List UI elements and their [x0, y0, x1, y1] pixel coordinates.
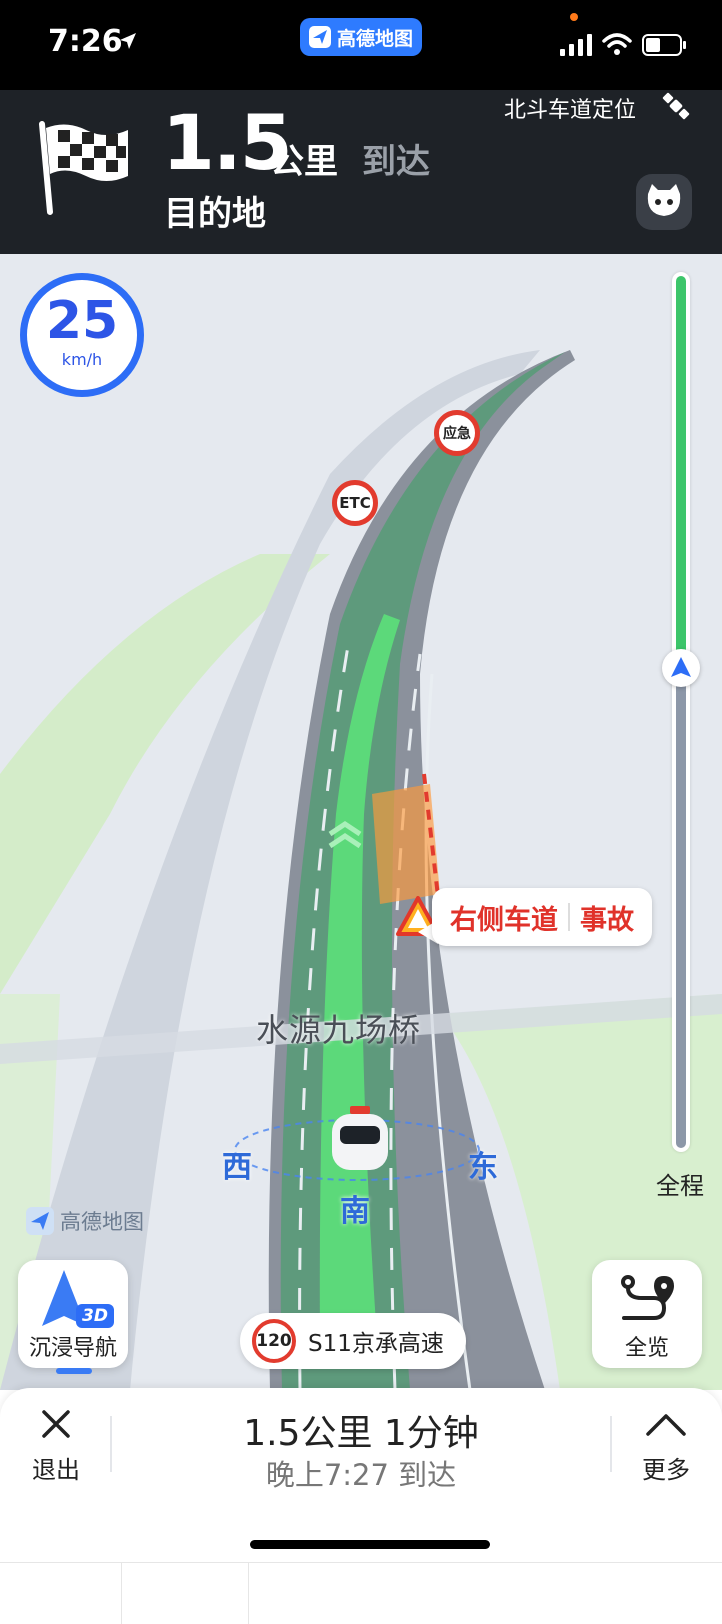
- eta-distance-time: 1.5公里 1分钟: [243, 1413, 479, 1454]
- incident-callout[interactable]: 右侧车道 事故: [432, 888, 652, 946]
- speed-unit: km/h: [61, 350, 103, 369]
- recording-indicator: [570, 13, 578, 21]
- incident-type: 事故: [580, 904, 634, 936]
- destination-label: 目的地: [164, 194, 266, 234]
- app-indicator-pill[interactable]: 高德地图: [300, 18, 422, 56]
- right-divider: [610, 1416, 612, 1472]
- current-road-name: S11京承高速: [308, 1331, 444, 1357]
- chevron-up-icon: [646, 1414, 686, 1436]
- route-overview-label: 全览: [624, 1336, 669, 1361]
- compass-west: 西: [222, 1150, 252, 1185]
- etc-lane-sign: ETC: [332, 480, 378, 526]
- amap-watermark-icon: [26, 1207, 54, 1235]
- immersive-navigation-label: 沉浸导航: [28, 1336, 117, 1361]
- route-progress-completed: [676, 276, 686, 668]
- wifi-icon: [602, 33, 632, 55]
- keyboard-area-divider: [248, 1562, 249, 1624]
- distance-unit: 公里: [270, 142, 338, 182]
- more-button[interactable]: 更多: [634, 1406, 698, 1485]
- route-progress-remaining: [676, 668, 686, 1148]
- speed-limit-sign: 120: [252, 1319, 296, 1363]
- arrive-label: 到达: [362, 142, 430, 182]
- emergency-lane-sign: 应急: [434, 410, 480, 456]
- status-time: 7:26: [48, 24, 123, 59]
- immersive-active-indicator: [56, 1368, 92, 1374]
- navigation-arrow-icon: [671, 657, 691, 677]
- more-label: 更多: [642, 1456, 690, 1484]
- speed-value: 25: [45, 291, 119, 351]
- immersive-badge: 3D: [82, 1306, 108, 1326]
- amap-watermark: 高德地图: [26, 1206, 144, 1236]
- route-overview-icon: [621, 1275, 674, 1320]
- full-route-label: 全程: [656, 1172, 704, 1200]
- cellular-signal-icon: [560, 34, 592, 56]
- compass-south: 南: [340, 1194, 370, 1229]
- amap-logo-icon: [308, 26, 331, 48]
- bridge-name: 水源九场桥: [256, 1011, 422, 1049]
- current-road-pill: 120 S11京承高速: [240, 1313, 466, 1369]
- watermark-text: 高德地图: [60, 1210, 144, 1234]
- status-bar: 7:26 高德地图: [0, 0, 722, 90]
- current-speed-indicator: 25 km/h: [20, 273, 144, 397]
- immersive-navigation-button[interactable]: 3D 沉浸导航: [18, 1260, 128, 1374]
- app-name: 高德地图: [336, 27, 413, 50]
- location-arrow-icon: [120, 33, 136, 49]
- route-progress-position: [662, 649, 700, 687]
- incident-lane: 右侧车道: [450, 904, 558, 936]
- compass-east: 东: [468, 1150, 498, 1185]
- beidou-lane-positioning-label: 北斗车道定位: [504, 98, 637, 123]
- satellite-icon: [662, 92, 690, 120]
- battery-icon: [642, 34, 686, 56]
- incident-separator: [568, 903, 570, 931]
- checkered-flag-icon: [39, 121, 128, 215]
- voice-assistant-button[interactable]: [636, 174, 692, 230]
- home-indicator[interactable]: [250, 1540, 490, 1549]
- eta-arrival-time: 晚上7:27 到达: [265, 1458, 457, 1492]
- keyboard-area-top-border: [0, 1562, 722, 1563]
- route-overview-button[interactable]: 全览: [592, 1260, 702, 1368]
- keyboard-area-divider: [121, 1562, 122, 1624]
- assistant-avatar-icon: [647, 184, 681, 216]
